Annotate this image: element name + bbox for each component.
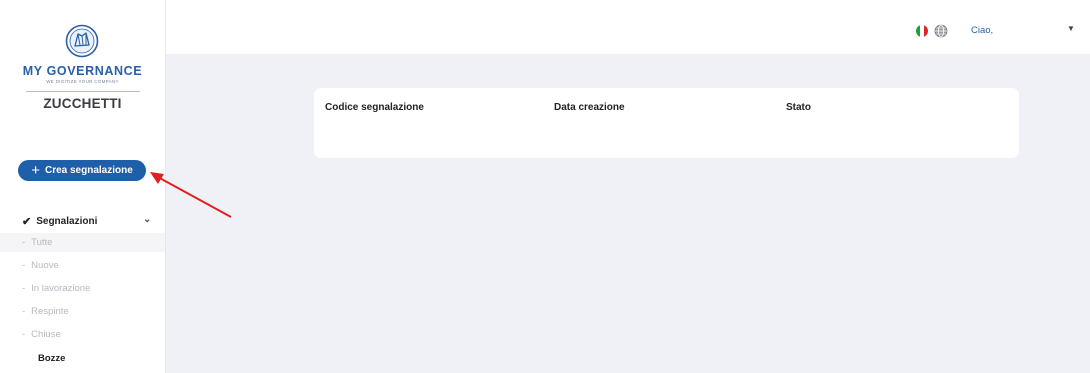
sidebar-item-label: In lavorazione: [31, 283, 91, 294]
sidebar-item-in-lavorazione[interactable]: - In lavorazione: [0, 279, 165, 298]
italy-flag-icon[interactable]: [916, 25, 928, 37]
governance-logo-icon: [65, 24, 99, 58]
user-greeting[interactable]: Ciao,: [971, 25, 993, 36]
column-header-stato[interactable]: Stato: [786, 102, 811, 113]
top-header: [166, 0, 1090, 54]
reports-table: Codice segnalazione Data creazione Stato: [314, 88, 1019, 158]
company-logo-text: ZUCCHETTI: [43, 96, 122, 111]
bullet-dash: -: [22, 329, 26, 340]
brand-tagline: WE DIGITIZE YOUR COMPANY: [46, 79, 119, 84]
sidebar-item-tutte[interactable]: - Tutte: [0, 233, 165, 252]
bullet-dash: -: [22, 283, 26, 294]
red-arrow-icon: [150, 172, 232, 218]
sidebar-item-label: Chiuse: [31, 329, 61, 340]
sidebar-item-label: Nuove: [31, 260, 59, 271]
sidebar-item-nuove[interactable]: - Nuove: [0, 256, 165, 275]
column-header-data[interactable]: Data creazione: [554, 102, 625, 113]
create-report-label: Crea segnalazione: [44, 165, 133, 176]
caret-down-icon[interactable]: ▼: [1067, 24, 1075, 33]
sidebar-item-label: Bozze: [38, 353, 66, 364]
sidebar-item-bozze[interactable]: Bozze: [0, 349, 165, 368]
sidebar-item-chiuse[interactable]: - Chiuse: [0, 325, 165, 344]
bullet-dash: -: [22, 306, 26, 317]
check-icon: ✔: [22, 215, 32, 228]
brand-name: MY GOVERNANCE: [22, 64, 143, 78]
brand-divider: [26, 91, 140, 92]
plus-icon: +: [31, 161, 40, 179]
bullet-dash: -: [22, 237, 26, 248]
bullet-dash: -: [22, 260, 26, 271]
sidebar-item-label: Tutte: [31, 237, 53, 248]
sidebar-item-label: Respinte: [31, 306, 69, 317]
column-header-codice[interactable]: Codice segnalazione: [325, 102, 424, 113]
sidebar-item-respinte[interactable]: - Respinte: [0, 302, 165, 321]
globe-icon[interactable]: [934, 24, 948, 38]
create-report-button[interactable]: + Crea segnalazione: [18, 160, 146, 181]
sidebar-group-label: Segnalazioni: [36, 215, 98, 227]
